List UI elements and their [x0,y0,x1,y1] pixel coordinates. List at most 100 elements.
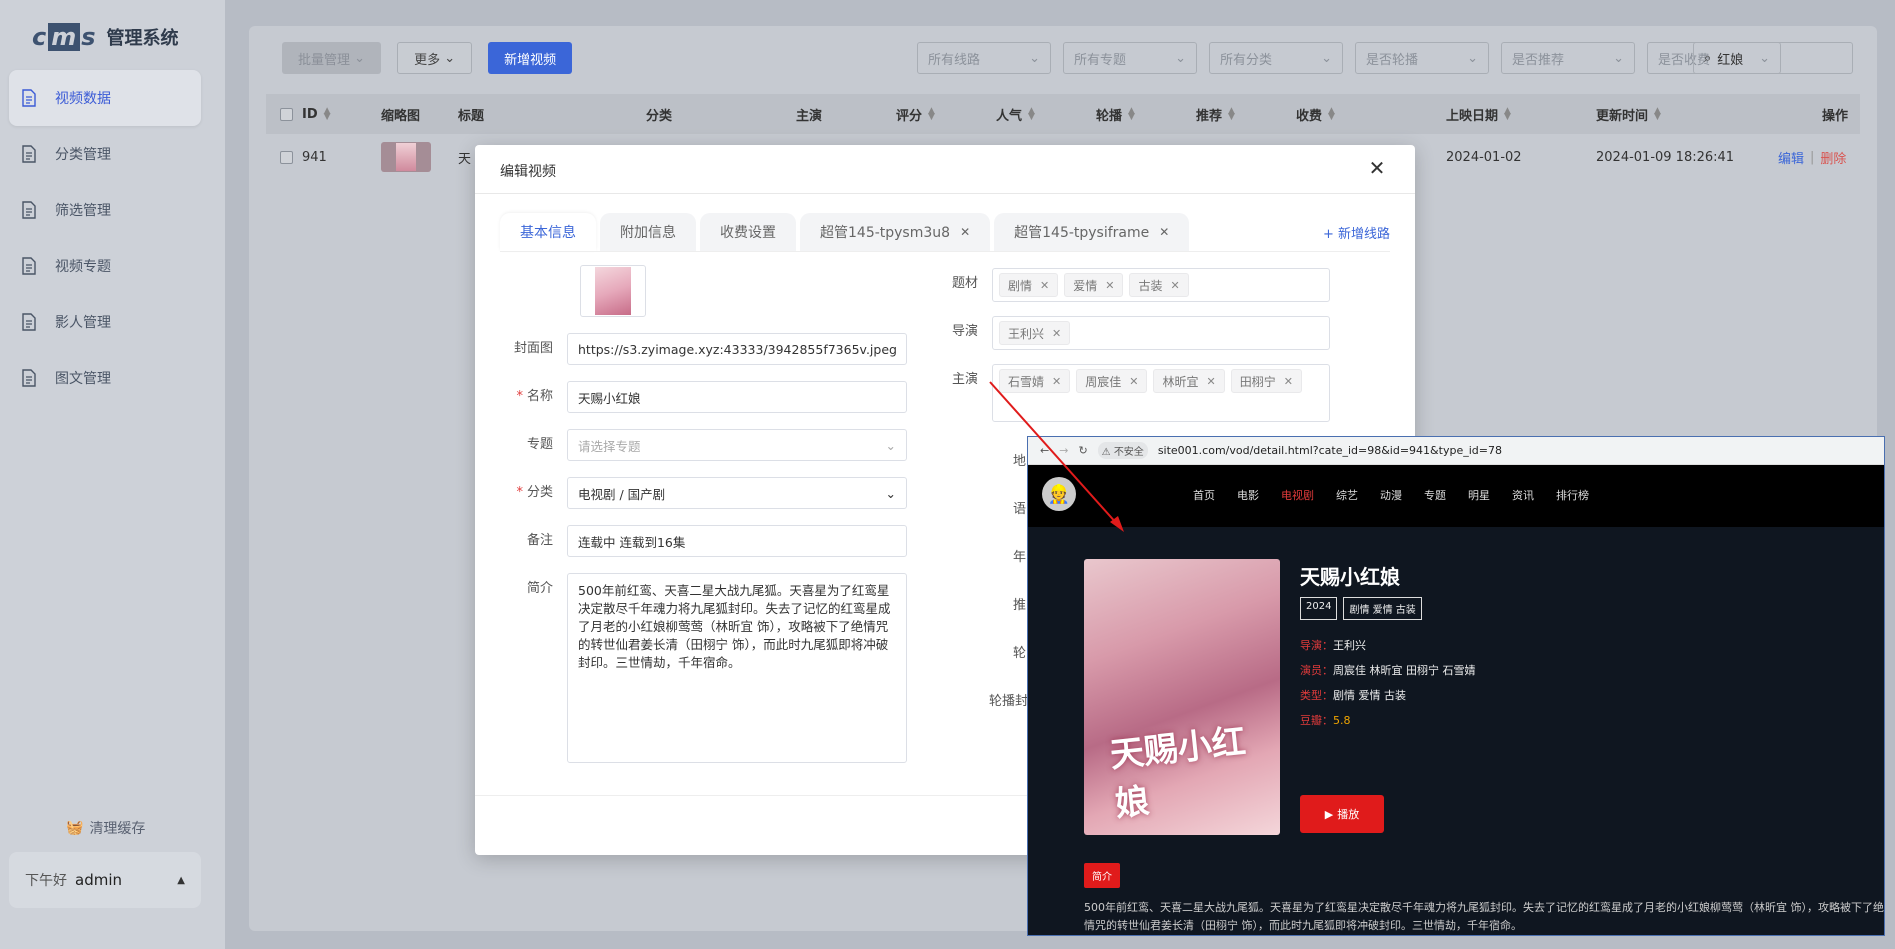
close-icon[interactable]: ✕ [1040,279,1049,292]
sidebar-item-video-data[interactable]: 视频数据 [9,70,201,126]
reload-icon[interactable]: ↻ [1078,444,1087,457]
site-nav-links: 首页 电影 电视剧 综艺 动漫 专题 明星 资讯 排行榜 [1193,487,1589,503]
cover-preview[interactable] [580,265,646,317]
tab-extra-info[interactable]: 附加信息 [600,213,696,251]
close-icon[interactable]: ✕ [1105,279,1114,292]
tab-route-iframe[interactable]: 超管145-tpysiframe ✕ [994,213,1190,251]
col-recommend[interactable]: 推荐 ▲ ▼ [1196,105,1235,124]
douban-info: 豆瓣：5.8 [1300,712,1351,728]
sort-icon: ▲ ▼ [1654,106,1661,122]
nav-tv[interactable]: 电视剧 [1281,487,1314,503]
close-icon[interactable]: ✕ [1284,375,1293,388]
close-icon[interactable]: ✕ [1129,375,1138,388]
modal-title: 编辑视频 [500,164,556,180]
filter-bar: 所有线路 ⌄ 所有专题 ⌄ 所有分类 ⌄ 是否轮播 ⌄ 是否推荐 ⌄ 是否收费 ⌄ [917,42,1781,74]
tags-badge: 剧情 爱情 古装 [1343,597,1422,620]
col-thumb-label: 缩略图 [381,108,421,124]
video-poster: 天赐小红娘 [1084,559,1280,835]
basket-icon: 🧺 [66,820,84,836]
close-icon[interactable]: ✕ [1170,279,1179,292]
type-info: 类型：剧情 爱情 古装 [1300,687,1406,703]
filter-category[interactable]: 所有分类 ⌄ [1209,42,1343,74]
add-route-button[interactable]: + 新增线路 [1323,223,1390,242]
sidebar-item-filter[interactable]: 筛选管理 [9,182,201,238]
topic-select[interactable]: 请选择专题 ⌄ [567,429,907,461]
director-value: 王利兴 [1333,639,1366,652]
recommend-label: 推 [1013,598,1027,613]
insecure-badge[interactable]: ⚠ 不安全 [1097,442,1148,459]
col-recommend-label: 推荐 [1196,108,1223,124]
sidebar-item-category[interactable]: 分类管理 [9,126,201,182]
back-icon[interactable]: ← [1040,444,1049,457]
filter-carousel[interactable]: 是否轮播 ⌄ [1355,42,1489,74]
sidebar-item-article[interactable]: 图文管理 [9,350,201,406]
close-icon[interactable]: ✕ [1052,375,1061,388]
filter-topic[interactable]: 所有专题 ⌄ [1063,42,1197,74]
play-button[interactable]: ▶ 播放 [1300,795,1384,833]
row-checkbox[interactable] [280,150,293,164]
col-id[interactable]: ID ▲ ▼ [302,107,331,122]
category-select[interactable]: 电视剧 / 国产剧 ⌄ [567,477,907,509]
nav-ranking[interactable]: 排行榜 [1556,487,1589,503]
select-all-checkbox[interactable] [280,107,293,121]
filter-route[interactable]: 所有线路 ⌄ [917,42,1051,74]
col-carousel[interactable]: 轮播 ▲ ▼ [1096,105,1135,124]
close-icon[interactable]: ✕ [1364,155,1390,181]
type-value: 剧情 爱情 古装 [1333,689,1406,702]
edit-link[interactable]: 编辑 [1778,148,1804,167]
col-updated[interactable]: 更新时间 ▲ ▼ [1596,105,1661,124]
name-field[interactable]: 天赐小红娘 [567,381,907,413]
intro-textarea[interactable]: 500年前红鸾、天喜二星大战九尾狐。天喜星为了红鸾星决定散尽千年魂力将九尾狐封印… [567,573,907,763]
row-checkbox-cell [280,150,293,164]
genre-tags-field[interactable]: 剧情 ✕ 爱情 ✕ 古装 ✕ [992,268,1330,302]
col-charge-label: 收费 [1296,108,1323,124]
user-menu[interactable]: 下午好 admin ▲ [9,852,201,908]
clear-cache-label: 清理缓存 [89,821,146,837]
nav-news[interactable]: 资讯 [1512,487,1534,503]
tab-basic-info[interactable]: 基本信息 [500,213,596,251]
close-icon[interactable]: ✕ [1052,327,1061,340]
document-icon [21,145,37,163]
close-icon[interactable]: ✕ [960,225,970,239]
forward-icon[interactable]: → [1059,444,1068,457]
nav-anime[interactable]: 动漫 [1380,487,1402,503]
nav-topic[interactable]: 专题 [1424,487,1446,503]
col-charge[interactable]: 收费 ▲ ▼ [1296,105,1335,124]
batch-manage-button[interactable]: 批量管理 ⌄ [282,42,382,74]
actor-tags-field[interactable]: 石雪婧 ✕ 周宸佳 ✕ 林昕宜 ✕ 田栩宁 ✕ [992,364,1330,422]
nav-home[interactable]: 首页 [1193,487,1215,503]
cover-url-field[interactable]: https://s3.zyimage.xyz:43333/3942855f736… [567,333,907,365]
col-actions-label: 操作 [1822,108,1849,124]
document-icon [21,89,37,107]
director-tags-field[interactable]: 王利兴 ✕ [992,316,1330,350]
tab-charge-settings[interactable]: 收费设置 [700,213,796,251]
remark-label: 备注 [526,533,553,548]
search-input[interactable]: ⌕ 红娘 [1693,42,1853,74]
sidebar-item-people[interactable]: 影人管理 [9,294,201,350]
close-icon[interactable]: ✕ [1159,225,1169,239]
region-label: 地 [1013,454,1027,469]
delete-link[interactable]: 删除 [1820,148,1846,167]
site-avatar[interactable]: 👷 [1042,477,1076,511]
nav-star[interactable]: 明星 [1468,487,1490,503]
close-icon[interactable]: ✕ [1206,375,1215,388]
tab-label: 超管145-tpysiframe [1014,225,1150,241]
sidebar-item-topic[interactable]: 视频专题 [9,238,201,294]
browser-preview: ← → ↻ ⚠ 不安全 site001.com/vod/detail.html?… [1027,436,1885,936]
add-video-button[interactable]: 新增视频 [488,42,573,74]
col-score[interactable]: 评分 ▲ ▼ [896,105,935,124]
more-button[interactable]: 更多 ⌄ [397,42,473,74]
col-release[interactable]: 上映日期 ▲ ▼ [1446,105,1511,124]
filter-label: 所有线路 [928,52,981,68]
remark-field[interactable]: 连载中 连载到16集 [567,525,907,557]
nav-variety[interactable]: 综艺 [1336,487,1358,503]
filter-recommend[interactable]: 是否推荐 ⌄ [1501,42,1635,74]
nav-movie[interactable]: 电影 [1237,487,1259,503]
col-popularity[interactable]: 人气 ▲ ▼ [996,105,1035,124]
tab-route-m3u8[interactable]: 超管145-tpysm3u8 ✕ [800,213,991,251]
intro-label: 简介 [526,581,553,596]
url-text[interactable]: site001.com/vod/detail.html?cate_id=98&i… [1158,444,1502,457]
clear-cache-button[interactable]: 🧺 清理缓存 [66,818,145,838]
language-label: 语 [1013,502,1027,517]
intro-tab[interactable]: 简介 [1084,863,1120,888]
